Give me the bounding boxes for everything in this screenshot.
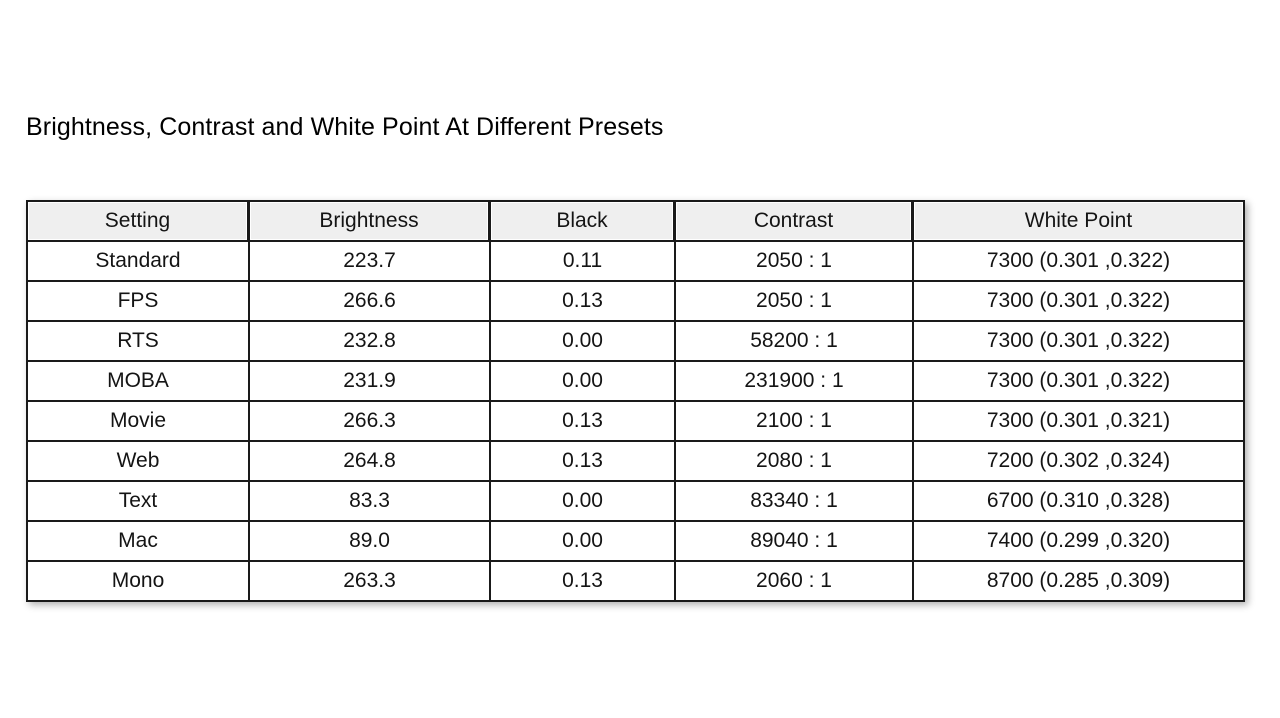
cell-black: 0.00 bbox=[489, 322, 674, 362]
cell-setting: Text bbox=[26, 482, 248, 522]
cell-contrast: 2100 : 1 bbox=[674, 402, 912, 442]
cell-white-point: 6700 (0.310 ,0.328) bbox=[912, 482, 1245, 522]
table-body: Standard 223.7 0.11 2050 : 1 7300 (0.301… bbox=[26, 242, 1245, 602]
cell-brightness: 263.3 bbox=[248, 562, 489, 602]
cell-setting: FPS bbox=[26, 282, 248, 322]
column-header-white-point: White Point bbox=[912, 200, 1245, 242]
cell-setting: MOBA bbox=[26, 362, 248, 402]
table-header: Setting Brightness Black Contrast White … bbox=[26, 200, 1245, 242]
column-header-black: Black bbox=[489, 200, 674, 242]
cell-white-point: 7200 (0.302 ,0.324) bbox=[912, 442, 1245, 482]
column-header-contrast: Contrast bbox=[674, 200, 912, 242]
cell-contrast: 2050 : 1 bbox=[674, 282, 912, 322]
table-row: Web 264.8 0.13 2080 : 1 7200 (0.302 ,0.3… bbox=[26, 442, 1245, 482]
table-header-row: Setting Brightness Black Contrast White … bbox=[26, 200, 1245, 242]
cell-black: 0.13 bbox=[489, 442, 674, 482]
cell-brightness: 266.6 bbox=[248, 282, 489, 322]
cell-contrast: 83340 : 1 bbox=[674, 482, 912, 522]
cell-contrast: 58200 : 1 bbox=[674, 322, 912, 362]
page-root: Brightness, Contrast and White Point At … bbox=[0, 0, 1280, 718]
cell-black: 0.13 bbox=[489, 562, 674, 602]
cell-setting: RTS bbox=[26, 322, 248, 362]
table-row: Mono 263.3 0.13 2060 : 1 8700 (0.285 ,0.… bbox=[26, 562, 1245, 602]
cell-white-point: 7300 (0.301 ,0.322) bbox=[912, 282, 1245, 322]
table-row: Movie 266.3 0.13 2100 : 1 7300 (0.301 ,0… bbox=[26, 402, 1245, 442]
preset-measurements-table: Setting Brightness Black Contrast White … bbox=[26, 200, 1245, 602]
cell-setting: Web bbox=[26, 442, 248, 482]
cell-brightness: 89.0 bbox=[248, 522, 489, 562]
cell-black: 0.00 bbox=[489, 522, 674, 562]
table-row: Standard 223.7 0.11 2050 : 1 7300 (0.301… bbox=[26, 242, 1245, 282]
table-row: MOBA 231.9 0.00 231900 : 1 7300 (0.301 ,… bbox=[26, 362, 1245, 402]
cell-black: 0.11 bbox=[489, 242, 674, 282]
cell-black: 0.00 bbox=[489, 482, 674, 522]
table-row: Mac 89.0 0.00 89040 : 1 7400 (0.299 ,0.3… bbox=[26, 522, 1245, 562]
cell-white-point: 8700 (0.285 ,0.309) bbox=[912, 562, 1245, 602]
table-row: Text 83.3 0.00 83340 : 1 6700 (0.310 ,0.… bbox=[26, 482, 1245, 522]
cell-white-point: 7300 (0.301 ,0.322) bbox=[912, 362, 1245, 402]
cell-setting: Mac bbox=[26, 522, 248, 562]
table-row: FPS 266.6 0.13 2050 : 1 7300 (0.301 ,0.3… bbox=[26, 282, 1245, 322]
cell-white-point: 7300 (0.301 ,0.322) bbox=[912, 322, 1245, 362]
cell-black: 0.00 bbox=[489, 362, 674, 402]
cell-brightness: 231.9 bbox=[248, 362, 489, 402]
cell-white-point: 7300 (0.301 ,0.321) bbox=[912, 402, 1245, 442]
cell-contrast: 231900 : 1 bbox=[674, 362, 912, 402]
column-header-setting: Setting bbox=[26, 200, 248, 242]
table-row: RTS 232.8 0.00 58200 : 1 7300 (0.301 ,0.… bbox=[26, 322, 1245, 362]
cell-brightness: 266.3 bbox=[248, 402, 489, 442]
preset-measurements-table-container: Setting Brightness Black Contrast White … bbox=[26, 200, 1245, 602]
cell-brightness: 223.7 bbox=[248, 242, 489, 282]
cell-setting: Standard bbox=[26, 242, 248, 282]
cell-contrast: 2050 : 1 bbox=[674, 242, 912, 282]
cell-brightness: 83.3 bbox=[248, 482, 489, 522]
cell-black: 0.13 bbox=[489, 282, 674, 322]
cell-brightness: 264.8 bbox=[248, 442, 489, 482]
cell-white-point: 7400 (0.299 ,0.320) bbox=[912, 522, 1245, 562]
cell-contrast: 2060 : 1 bbox=[674, 562, 912, 602]
cell-black: 0.13 bbox=[489, 402, 674, 442]
page-title: Brightness, Contrast and White Point At … bbox=[26, 113, 664, 141]
cell-contrast: 2080 : 1 bbox=[674, 442, 912, 482]
column-header-brightness: Brightness bbox=[248, 200, 489, 242]
cell-brightness: 232.8 bbox=[248, 322, 489, 362]
cell-setting: Mono bbox=[26, 562, 248, 602]
cell-white-point: 7300 (0.301 ,0.322) bbox=[912, 242, 1245, 282]
cell-setting: Movie bbox=[26, 402, 248, 442]
cell-contrast: 89040 : 1 bbox=[674, 522, 912, 562]
